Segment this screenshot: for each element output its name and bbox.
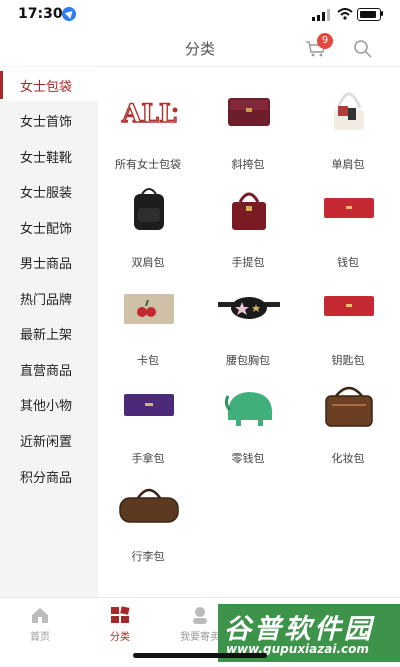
category-sidebar: 女士包袋 女士首饰 女士鞋靴 女士服装 女士配饰 男士商品 热门品牌 最新上架 … [0,66,98,597]
category-handbag[interactable]: 手提包 [198,172,298,269]
clutch-image [124,394,174,416]
coin-purse-image [224,392,272,426]
tab-category[interactable]: 分类 [80,598,160,648]
category-label: 手拿包 [131,452,165,465]
all-bags-logo-image: ALL [120,98,177,128]
cosmetic-bag-image [325,386,373,427]
nav-header: 分类 9 [0,28,400,67]
sidebar-item-label: 男士商品 [20,257,73,272]
all-logo-text: ALL [121,99,177,128]
sidebar-item-womens-shoes[interactable]: 女士鞋靴 [0,138,98,172]
category-wallet[interactable]: 钱包 [298,172,398,269]
sidebar-item-label: 女士首饰 [20,115,73,130]
sidebar-item-other-small[interactable]: 其他小物 [0,386,98,420]
category-shoulder[interactable]: 单肩包 [298,74,398,171]
sidebar-item-label: 积分商品 [20,471,73,486]
page-title: 分类 [184,40,215,58]
battery-tip-icon [381,11,383,16]
home-indicator [133,653,267,658]
category-crossbody[interactable]: 斜挎包 [198,74,298,171]
category-label: 单肩包 [331,158,365,171]
category-belt-bag[interactable]: 腰包胸包 [198,270,298,367]
sidebar-item-label: 近新闲置 [20,435,73,450]
category-label: 钱包 [337,256,359,269]
sidebar-item-points-goods[interactable]: 积分商品 [0,458,98,492]
category-label: 行李包 [131,550,165,563]
shoulder-bag-image [334,92,364,130]
category-backpack[interactable]: 双肩包 [98,172,198,269]
category-luggage[interactable]: 行李包 [98,466,198,563]
sidebar-item-new-arrivals[interactable]: 最新上架 [0,315,98,349]
category-cosmetic-bag[interactable]: 化妆包 [298,368,398,465]
search-icon[interactable] [353,39,373,59]
status-bar: 17:30 [0,0,400,28]
category-all-womens-bags[interactable]: ALL 所有女士包袋 [98,74,198,171]
category-icon [111,606,130,623]
category-card-holder[interactable]: 卡包 [98,270,198,367]
sidebar-item-like-new[interactable]: 近新闲置 [0,422,98,456]
card-holder-image [124,294,174,324]
status-time: 17:30 [18,6,63,22]
handbag-image [232,192,266,230]
location-icon [62,7,76,21]
sidebar-item-label: 其他小物 [20,399,73,414]
category-label: 腰包胸包 [226,354,270,367]
sidebar-item-hot-brands[interactable]: 热门品牌 [0,280,98,314]
backpack-image [134,188,164,230]
sidebar-item-label: 热门品牌 [20,293,73,308]
sidebar-item-label: 女士配饰 [20,222,73,237]
category-label: 化妆包 [331,452,365,465]
category-coin-purse[interactable]: 零钱包 [198,368,298,465]
battery-icon [357,8,381,21]
category-label: 钥匙包 [331,354,365,367]
category-clutch[interactable]: 手拿包 [98,368,198,465]
belt-bag-image [218,297,280,319]
luggage-bag-image [119,488,179,523]
sidebar-item-label: 女士服装 [20,186,73,201]
signal-icon [312,9,332,21]
consign-icon [193,607,207,624]
watermark-title: 谷普软件园 [224,614,374,645]
sidebar-item-direct-goods[interactable]: 直营商品 [0,351,98,385]
sidebar-item-label: 女士鞋靴 [20,151,73,166]
category-label: 斜挎包 [231,158,265,171]
category-label: 卡包 [137,354,159,367]
category-label: 所有女士包袋 [115,158,181,171]
sidebar-item-mens-goods[interactable]: 男士商品 [0,244,98,278]
sidebar-item-label: 直营商品 [20,364,73,379]
sidebar-item-womens-jewelry[interactable]: 女士首饰 [0,102,98,136]
active-indicator [0,71,3,99]
crossbody-bag-image [228,98,270,126]
tab-home[interactable]: 首页 [0,598,80,648]
sidebar-item-label: 最新上架 [20,328,73,343]
sidebar-item-womens-clothing[interactable]: 女士服装 [0,173,98,207]
category-key-pouch[interactable]: 钥匙包 [298,270,398,367]
wallet-image [324,198,374,218]
tab-label: 分类 [110,632,130,643]
tab-label: 首页 [30,632,50,643]
home-icon [32,608,48,623]
cart-badge: 9 [317,33,333,49]
sidebar-item-womens-bags[interactable]: 女士包袋 [0,67,98,101]
sidebar-item-label: 女士包袋 [20,80,73,95]
sidebar-item-womens-accessories[interactable]: 女士配饰 [0,209,98,243]
key-pouch-image [324,296,374,316]
category-label: 双肩包 [131,256,165,269]
category-grid: ALL 所有女士包袋 斜挎包 单肩包 双肩包 手提包 钱包 卡包 腰包胸包 钥匙… [98,66,400,597]
category-label: 手提包 [231,256,265,269]
wifi-icon [337,8,353,23]
category-label: 零钱包 [231,452,265,465]
